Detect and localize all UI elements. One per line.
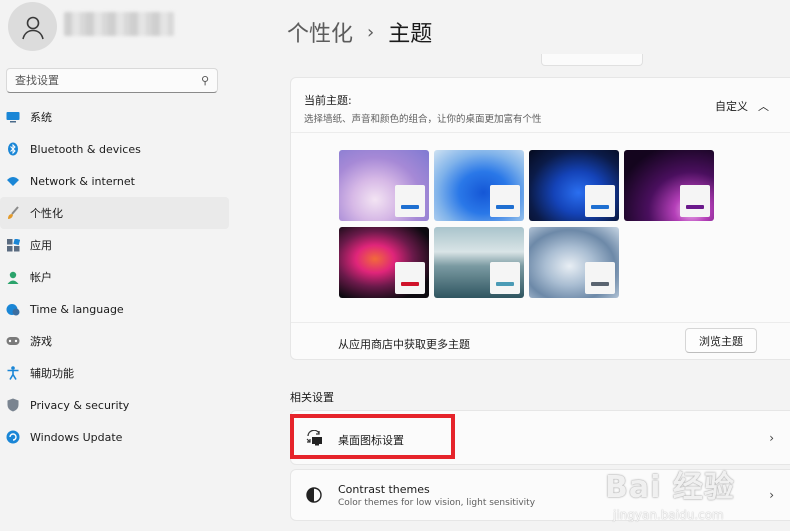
sidebar-item-bluetooth[interactable]: Bluetooth & devices [0, 133, 229, 165]
theme-swatch [585, 185, 615, 217]
theme-tile-2[interactable] [434, 150, 524, 221]
theme-swatch [395, 262, 425, 294]
sidebar-item-label: 游戏 [30, 335, 52, 348]
theme-accent-bar [401, 205, 419, 209]
sidebar-item-label: 个性化 [30, 207, 63, 220]
theme-tile-3[interactable] [529, 150, 619, 221]
current-theme-title: 当前主题: [304, 94, 352, 107]
sidebar-item-apps[interactable]: 应用 [0, 229, 229, 261]
theme-swatch [680, 185, 710, 217]
contrast-themes-subtitle: Color themes for low vision, light sensi… [338, 498, 536, 508]
sidebar-item-label: Privacy & security [30, 398, 130, 412]
theme-tile-1[interactable] [339, 150, 429, 221]
sidebar-item-privacy-security[interactable]: Privacy & security [0, 389, 229, 421]
breadcrumb: 个性化 › 主题 [287, 16, 432, 48]
sidebar-item-label: 系统 [30, 111, 52, 124]
theme-swatch [490, 262, 520, 294]
sidebar-item-label: Bluetooth & devices [30, 142, 141, 156]
avatar[interactable] [8, 2, 57, 51]
theme-tile-7[interactable] [529, 227, 619, 298]
sidebar-item-network[interactable]: Network & internet [0, 165, 229, 197]
divider [291, 322, 790, 323]
sidebar-item-label: Time & language [30, 302, 124, 316]
person-icon [4, 268, 22, 286]
desktop-icon-settings-row[interactable]: 桌面图标设置 › [290, 410, 790, 465]
gamepad-icon [4, 332, 22, 350]
breadcrumb-parent[interactable]: 个性化 [287, 16, 353, 48]
sidebar-item-label: 应用 [30, 239, 52, 252]
sidebar-item-accessibility[interactable]: 辅助功能 [0, 357, 229, 389]
desktop-icon-settings-icon [304, 428, 324, 448]
sidebar-item-gaming[interactable]: 游戏 [0, 325, 229, 357]
page-title: 主题 [388, 22, 433, 47]
contrast-icon [304, 485, 324, 505]
apps-icon [4, 236, 22, 254]
shield-icon [4, 396, 22, 414]
watermark-logo: Bai 经验 [605, 470, 735, 505]
accessibility-icon [4, 364, 22, 382]
sidebar-item-time-language[interactable]: Time & language [0, 293, 229, 325]
related-settings-heading: 相关设置 [290, 391, 334, 404]
theme-accent-bar [496, 205, 514, 209]
theme-accent-bar [591, 205, 609, 209]
current-theme-header[interactable]: 当前主题: 选择墙纸、声音和颜色的组合，让你的桌面更加富有个性 自定义 ︿ [291, 78, 790, 133]
user-name-redacted [64, 12, 174, 36]
person-icon [21, 16, 44, 39]
current-theme-card: 当前主题: 选择墙纸、声音和颜色的组合，让你的桌面更加富有个性 自定义 ︿ 从应… [290, 77, 790, 360]
search-icon[interactable]: ⚲ [201, 74, 209, 87]
baidu-jingyan-watermark: Bai 经验 jingyan.baidu.com [605, 458, 790, 528]
sidebar: ⚲ 系统 Bluetooth & devices Network & inter… [0, 0, 236, 531]
sidebar-item-label: Windows Update [30, 430, 123, 444]
update-icon [4, 428, 22, 446]
scrolled-card-edge [541, 54, 643, 66]
theme-tile-5[interactable] [339, 227, 429, 298]
sidebar-item-windows-update[interactable]: Windows Update [0, 421, 229, 453]
desktop-icon-settings-title: 桌面图标设置 [338, 434, 404, 447]
store-themes-label: 从应用商店中获取更多主题 [338, 338, 470, 351]
search-box[interactable]: ⚲ [6, 68, 218, 93]
current-theme-value-label: 自定义 [715, 100, 748, 113]
theme-accent-bar [401, 282, 419, 286]
nav-list: 系统 Bluetooth & devices Network & interne… [0, 101, 236, 453]
current-theme-value[interactable]: 自定义 ︿ [715, 98, 769, 114]
sidebar-item-label: 帐户 [30, 271, 52, 284]
theme-swatch [585, 262, 615, 294]
brush-icon [4, 204, 22, 222]
bluetooth-icon [4, 140, 22, 158]
theme-accent-bar [496, 282, 514, 286]
sidebar-item-label: 辅助功能 [30, 367, 74, 380]
theme-tile-4[interactable] [624, 150, 714, 221]
chevron-up-icon: ︿ [758, 100, 769, 113]
theme-accent-bar [686, 205, 704, 209]
globe-clock-icon [4, 300, 22, 318]
current-theme-description: 选择墙纸、声音和颜色的组合，让你的桌面更加富有个性 [304, 114, 542, 125]
wifi-icon [4, 172, 22, 190]
monitor-icon [4, 108, 22, 126]
theme-swatch [395, 185, 425, 217]
chevron-right-icon: › [769, 430, 774, 445]
sidebar-item-system[interactable]: 系统 [0, 101, 229, 133]
browse-themes-button[interactable]: 浏览主题 [685, 328, 757, 353]
contrast-themes-title: Contrast themes [338, 483, 430, 496]
sidebar-item-personalization[interactable]: 个性化 [0, 197, 229, 229]
search-input[interactable] [15, 74, 201, 87]
watermark-url: jingyan.baidu.com [613, 508, 724, 522]
sidebar-item-label: Network & internet [30, 174, 135, 188]
breadcrumb-separator: › [367, 21, 375, 43]
sidebar-item-accounts[interactable]: 帐户 [0, 261, 229, 293]
theme-tile-6[interactable] [434, 227, 524, 298]
theme-swatch [490, 185, 520, 217]
theme-accent-bar [591, 282, 609, 286]
